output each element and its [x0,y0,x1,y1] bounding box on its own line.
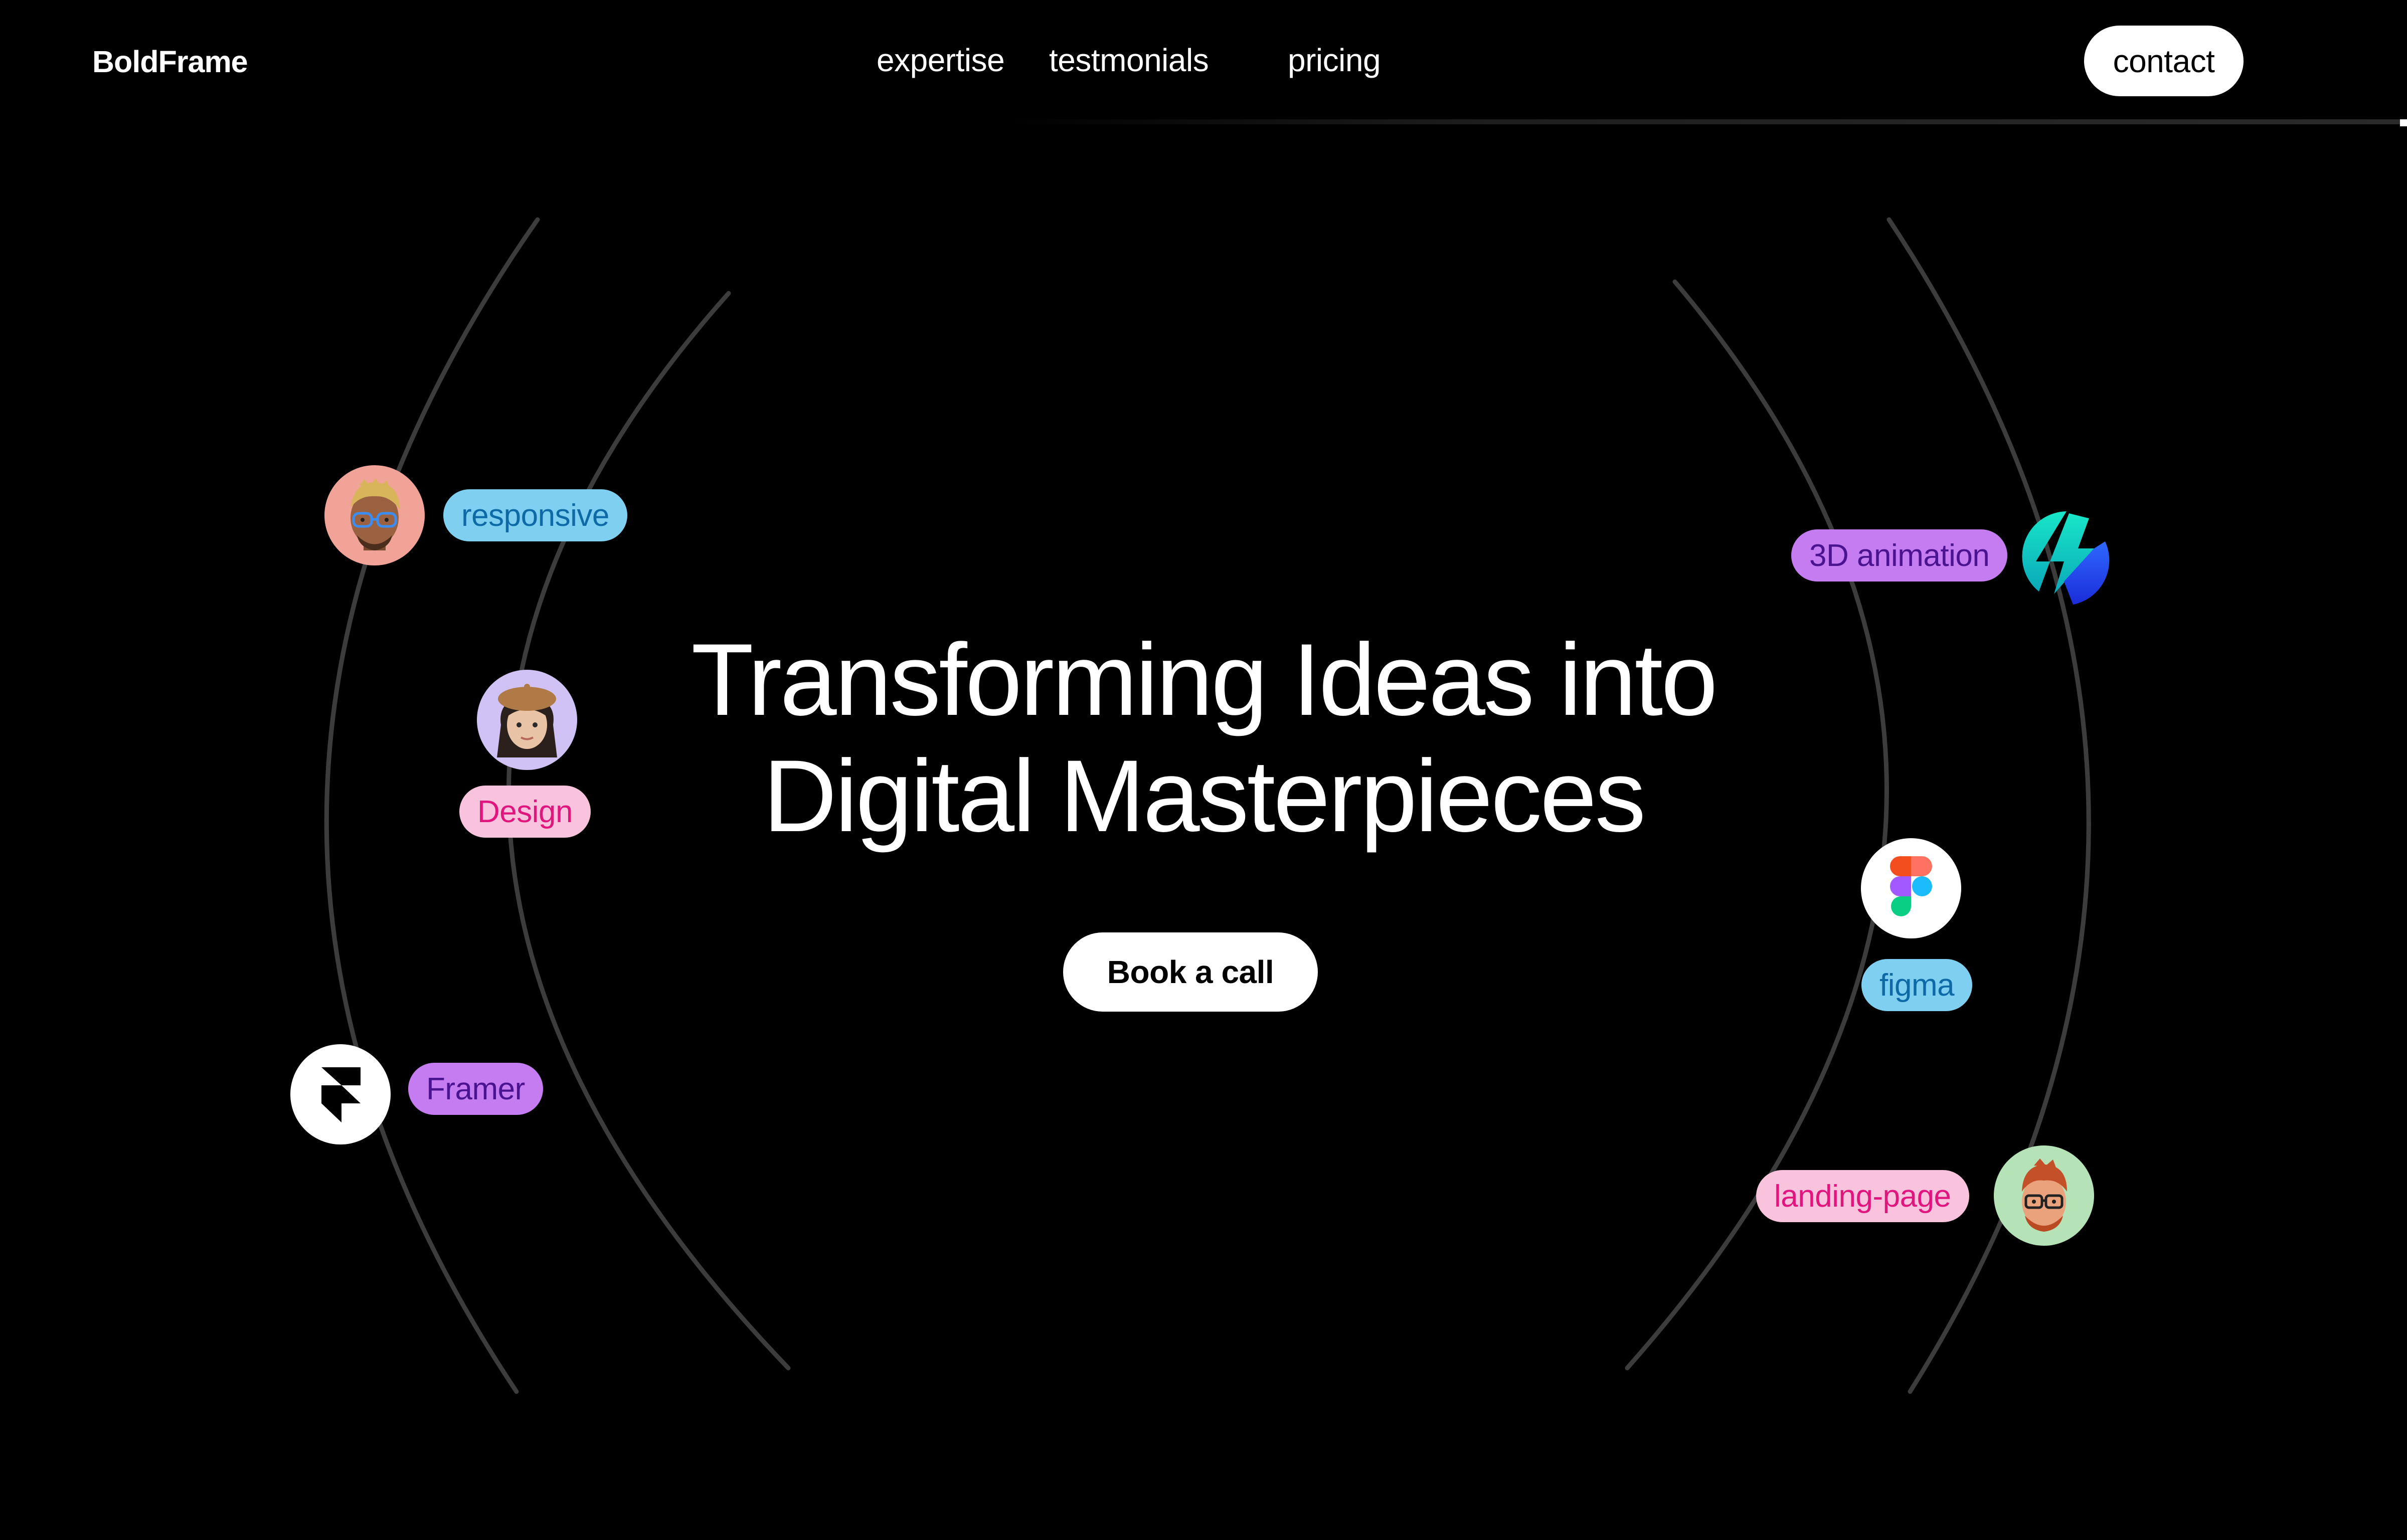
tag-design: Design [459,786,591,838]
memoji-avatar-red-hair-icon [1994,1145,2094,1246]
hero-title-line1: Transforming Ideas into [691,623,1717,737]
tag-framer: Framer [408,1063,543,1115]
tag-3d-animation: 3D animation [1791,529,2008,582]
hero-title-line2: Digital Masterpieces [763,739,1646,853]
tag-landing-page: landing-page [1756,1170,1969,1222]
lightning-bolt-icon [2019,506,2119,607]
framer-icon [290,1044,391,1144]
tag-responsive: responsive [443,489,627,541]
book-call-button[interactable]: Book a call [1063,932,1318,1012]
memoji-avatar-man-glasses-icon [324,465,425,565]
memoji-avatar-woman-beret-icon [477,670,577,770]
figma-icon [1861,838,1961,938]
tag-figma: figma [1861,959,1973,1011]
hero-title: Transforming Ideas into Digital Masterpi… [602,622,1805,854]
